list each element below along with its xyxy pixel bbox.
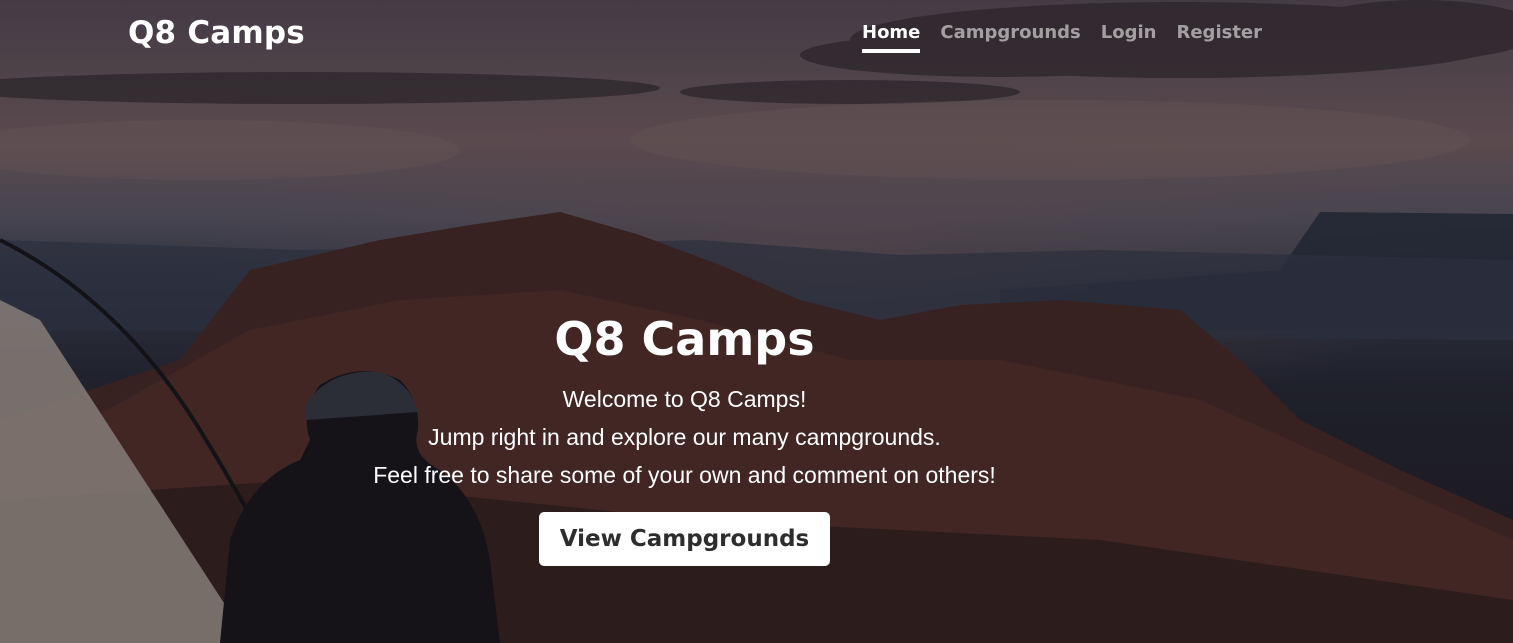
hero-line-share: Feel free to share some of your own and …	[373, 462, 996, 488]
nav-link-login[interactable]: Login	[1101, 22, 1157, 53]
hero-title: Q8 Camps	[554, 312, 815, 366]
hero-section: Q8 Camps Welcome to Q8 Camps! Jump right…	[0, 310, 1513, 566]
landing-page: Q8 Camps Home Campgrounds Login Register…	[0, 0, 1513, 643]
nav-link-campgrounds[interactable]: Campgrounds	[940, 22, 1080, 53]
hero-line-explore: Jump right in and explore our many campg…	[428, 424, 941, 450]
nav-link-home[interactable]: Home	[862, 22, 921, 53]
brand-logo[interactable]: Q8 Camps	[128, 15, 305, 51]
hero-line-welcome: Welcome to Q8 Camps!	[562, 386, 807, 412]
navbar: Q8 Camps Home Campgrounds Login Register	[0, 0, 1513, 70]
hero-description: Welcome to Q8 Camps! Jump right in and e…	[0, 380, 1441, 494]
nav-links: Home Campgrounds Login Register	[862, 22, 1262, 53]
view-campgrounds-button[interactable]: View Campgrounds	[538, 512, 831, 566]
nav-link-register[interactable]: Register	[1176, 22, 1262, 53]
